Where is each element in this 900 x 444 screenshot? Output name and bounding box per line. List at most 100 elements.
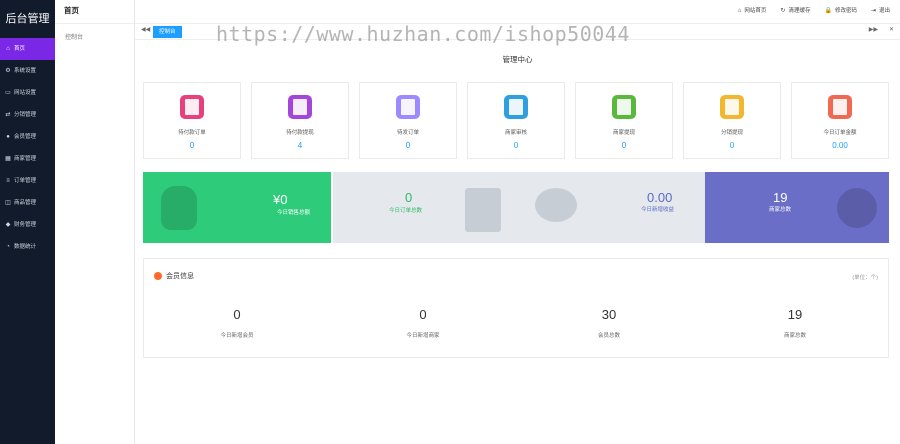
stat-value: 0.00: [832, 141, 848, 150]
sidebar-item-label: 数据统计: [14, 244, 37, 250]
stat-card[interactable]: 分销提现 0: [683, 82, 781, 159]
stat-label: 待付款提现: [286, 130, 314, 136]
summary-card: 0.00 今日新增收益: [515, 172, 705, 243]
top-tool-3[interactable]: ⇥ 退出: [871, 6, 890, 14]
member-stat: 19 商家总数: [702, 307, 888, 339]
stat-value: 0: [189, 141, 195, 150]
member-stat-value: 0: [233, 307, 241, 322]
tab-close-icon[interactable]: ✕: [889, 26, 894, 33]
tab-console[interactable]: 控制台: [153, 26, 182, 38]
stats-icon: ◔: [6, 244, 10, 250]
home-icon: ⌂: [737, 8, 742, 14]
sidebar: 后台管理 ⌂ 首页 ⚙ 系统设置 ▭ 网站设置 ⇄ 分销管理 ● 会员管理 ▦ 商家管理 ≡ 订单管理 ◫ 商…: [0, 0, 55, 444]
member-stat: 30 会员总数: [516, 307, 702, 339]
tab-strip: ◀◀ 控制台 ▶▶ ✕: [135, 24, 900, 40]
stat-label: 商家提现: [612, 130, 635, 136]
sidebar-item-8[interactable]: ◆ 财务管理: [0, 214, 55, 236]
summary-caption: 今日订单总数: [389, 208, 423, 214]
summary-value: 0.00: [647, 190, 673, 205]
summary-caption: 今日销售总额: [277, 210, 311, 216]
summary-caption: 商家总数: [769, 207, 792, 213]
tab-scroll-right-icon[interactable]: ▶▶: [869, 26, 878, 33]
order-icon: ≡: [6, 178, 10, 184]
tab-scroll-left-icon[interactable]: ◀◀: [141, 26, 150, 33]
sidebar-item-7[interactable]: ◫ 商品管理: [0, 192, 55, 214]
sidebar-item-9[interactable]: ◔ 数据统计: [0, 236, 55, 258]
member-stat-value: 19: [787, 307, 803, 322]
notebook-icon: [612, 95, 636, 119]
top-tool-label: 退出: [878, 8, 890, 14]
paw-icon: [837, 188, 877, 228]
gear-icon: ⚙: [5, 68, 11, 74]
stat-card[interactable]: 今日订单金额 0.00: [791, 82, 889, 159]
summary-value: ¥0: [273, 192, 288, 207]
stat-card[interactable]: 商家提现 0: [575, 82, 673, 159]
finance-icon: ◆: [5, 222, 11, 228]
stat-label: 待付款订单: [178, 130, 206, 136]
store-icon: ▦: [5, 156, 11, 162]
document-icon: [180, 95, 204, 119]
user-icon: ●: [6, 134, 10, 140]
sidebar-item-1[interactable]: ⚙ 系统设置: [0, 60, 55, 82]
stat-card[interactable]: 待付款订单 0: [143, 82, 241, 159]
member-stat-value: 0: [419, 307, 427, 322]
sidebar-item-label: 分销管理: [14, 112, 37, 118]
stat-value: 0: [513, 141, 519, 150]
lock-icon: 🔒: [824, 8, 832, 14]
top-tool-label: 修改密码: [834, 8, 857, 14]
coin-icon: [828, 95, 852, 119]
money-bag-icon: [161, 186, 197, 230]
sidebar-item-label: 财务管理: [14, 222, 37, 228]
member-panel-title: 会员信息: [154, 271, 194, 281]
top-toolbar: ⌂ 网站首页 ↻ 清理缓存 🔒 修改密码 ⇥ 退出: [738, 6, 890, 14]
stat-label: 商家审核: [504, 130, 527, 136]
sub-navigation: 首页 控制台: [55, 0, 135, 444]
logout-icon: ⇥: [870, 8, 876, 14]
sidebar-item-6[interactable]: ≡ 订单管理: [0, 170, 55, 192]
member-stat: 0 今日新增商家: [330, 307, 516, 339]
sidebar-item-label: 商家管理: [14, 156, 37, 162]
stat-label: 今日订单金额: [823, 130, 857, 136]
stat-card[interactable]: 待发订单 0: [359, 82, 457, 159]
summary-card: 0 今日订单总数: [333, 172, 515, 243]
sidebar-item-3[interactable]: ⇄ 分销管理: [0, 104, 55, 126]
house-icon: ⌂: [6, 46, 10, 52]
sidebar-item-2[interactable]: ▭ 网站设置: [0, 82, 55, 104]
document-icon: [465, 188, 501, 232]
summary-card: 19 商家总数: [705, 172, 889, 243]
top-bar: ⌂ 网站首页 ↻ 清理缓存 🔒 修改密码 ⇥ 退出: [135, 0, 900, 24]
brand-title: 后台管理: [5, 13, 50, 25]
top-tool-1[interactable]: ↻ 清理缓存: [780, 6, 810, 14]
member-panel-title-text: 会员信息: [166, 273, 194, 280]
subnav-item-console[interactable]: 控制台: [55, 24, 134, 41]
money-bag-icon: [288, 95, 312, 119]
top-tool-0[interactable]: ⌂ 网站首页: [738, 6, 767, 14]
main-content: 管理中心 待付款订单 0 待付款提现 4 待发订单 0 商家审核 0 商家提现 0 分销提现 0 今日订…: [135, 40, 900, 444]
stat-label: 待发订单: [396, 130, 419, 136]
stat-card[interactable]: 商家审核 0: [467, 82, 565, 159]
refresh-icon: ↻: [780, 8, 786, 14]
sidebar-item-5[interactable]: ▦ 商家管理: [0, 148, 55, 170]
sidebar-item-4[interactable]: ● 会员管理: [0, 126, 55, 148]
sidebar-item-0[interactable]: ⌂ 首页: [0, 38, 55, 60]
top-tool-label: 网站首页: [744, 8, 767, 14]
sidebar-item-label: 首页: [14, 46, 26, 52]
top-tool-2[interactable]: 🔒 修改密码: [824, 6, 857, 14]
stat-value: 0: [621, 141, 627, 150]
summary-caption: 今日新增收益: [641, 207, 675, 213]
page-title: 管理中心: [502, 55, 533, 64]
sidebar-item-label: 系统设置: [14, 68, 37, 74]
member-stat-value: 30: [601, 307, 617, 322]
sidebar-item-label: 网站设置: [14, 90, 37, 96]
member-stat-caption: 商家总数: [783, 333, 806, 339]
top-tool-label: 清理缓存: [788, 8, 811, 14]
sidebar-item-label: 会员管理: [14, 134, 37, 140]
member-dot-icon: [154, 272, 162, 280]
subnav-title: 首页: [55, 0, 134, 24]
stat-value: 4: [297, 141, 303, 150]
sidebar-item-label: 商品管理: [14, 200, 37, 206]
stat-value: 0: [729, 141, 735, 150]
summary-value: 19: [773, 190, 788, 205]
monitor-icon: ▭: [5, 90, 11, 96]
stat-card[interactable]: 待付款提现 4: [251, 82, 349, 159]
